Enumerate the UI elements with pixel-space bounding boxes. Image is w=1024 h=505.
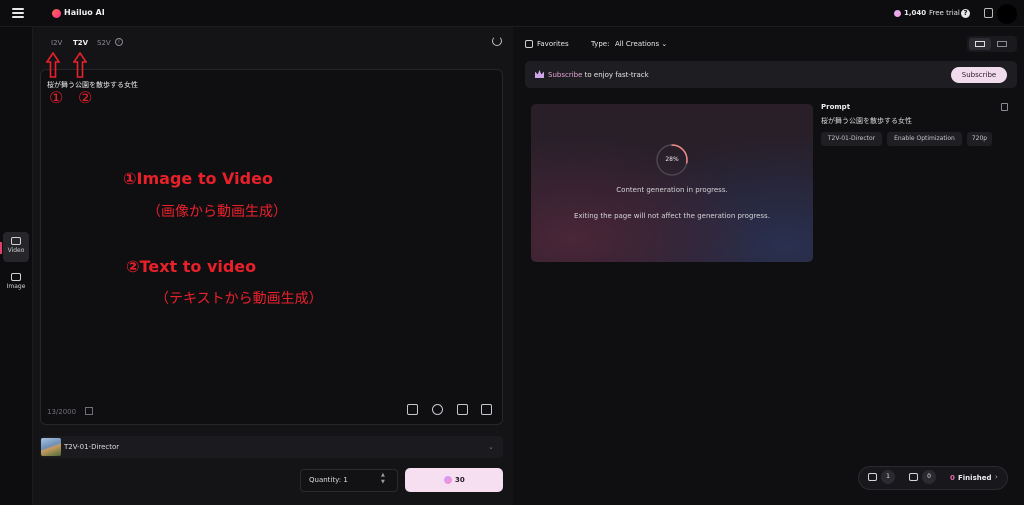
hailuo-logo-icon (52, 9, 61, 18)
annotation-arrow-2 (73, 52, 87, 78)
favorites-checkbox[interactable] (525, 40, 533, 48)
free-trial-link[interactable]: Free trial (929, 9, 960, 17)
magic-icon[interactable] (481, 404, 492, 415)
progress-percent: 28% (665, 156, 679, 163)
copy-icon[interactable] (1001, 103, 1008, 111)
image-icon (11, 273, 21, 281)
char-count: 13/2000 (47, 408, 77, 416)
reset-icon[interactable] (492, 36, 502, 46)
annotation-line-1-sub: （画像から動画生成） (147, 204, 287, 220)
gift-icon[interactable] (984, 8, 993, 18)
prompt-input[interactable] (40, 69, 503, 425)
quantity-label: Quantity: 1 (309, 476, 348, 484)
pending-tasks-icon (909, 473, 918, 481)
rail-active-indicator (0, 242, 2, 254)
quantity-up-icon[interactable]: ▲ (381, 472, 385, 479)
task-prompt-text: 桜が舞う公園を散歩する女性 (821, 117, 912, 125)
video-icon (11, 237, 21, 245)
left-rail (0, 27, 33, 505)
credits-icon (894, 10, 901, 17)
prompt-heading: Prompt (821, 103, 851, 111)
tab-i2v[interactable]: I2V (51, 39, 62, 47)
finished-label[interactable]: Finished (958, 474, 991, 482)
split-view-icon[interactable] (997, 41, 1007, 47)
model-thumbnail (41, 438, 61, 456)
finished-count: 0 (950, 474, 955, 482)
generate-cost[interactable]: 30 (455, 476, 465, 484)
annotation-marker-1: ① (49, 88, 64, 107)
annotation-arrow-1 (46, 52, 60, 78)
info-icon[interactable]: i (115, 38, 123, 46)
type-dropdown[interactable]: All Creations ⌄ (615, 40, 667, 48)
subscribe-link[interactable]: Subscribe (548, 71, 582, 79)
tab-t2v[interactable]: T2V (73, 39, 88, 47)
hamburger-menu-icon[interactable] (12, 8, 24, 18)
chevron-right-icon[interactable]: › (995, 473, 998, 481)
tab-s2v[interactable]: S2V (97, 39, 111, 47)
results-panel (513, 27, 1024, 505)
rail-item-label: Video (7, 247, 25, 254)
resolution-tag: 720p (967, 132, 992, 146)
subscribe-banner-text: Subscribe to enjoy fast-track (548, 71, 649, 79)
clapperboard-icon[interactable] (457, 404, 468, 415)
generation-note: Exiting the page will not affect the gen… (574, 212, 770, 220)
annotation-marker-2: ② (78, 88, 93, 107)
camera-control-icon[interactable] (407, 404, 418, 415)
top-bar (0, 0, 1024, 27)
generate-button[interactable] (405, 468, 503, 492)
chevron-down-icon[interactable]: ⌄ (488, 443, 494, 451)
app-logo-text[interactable]: Hailuo AI (64, 8, 105, 17)
preset-icon[interactable] (85, 407, 93, 415)
annotation-line-2-sub: （テキストから動画生成） (155, 291, 323, 307)
inspiration-icon[interactable] (432, 404, 443, 415)
annotation-line-2: ②Text to video (126, 257, 257, 276)
quantity-arrows[interactable]: ▲ ▼ (381, 472, 385, 486)
list-view-icon (975, 41, 985, 47)
generation-status: Content generation in progress. (616, 186, 728, 194)
annotation-line-1: ①Image to Video (123, 169, 273, 188)
generation-preview (531, 104, 813, 262)
rail-item-image[interactable]: Image (3, 268, 29, 298)
credits-value[interactable]: 1,040 (904, 9, 926, 17)
running-tasks-icon (868, 473, 877, 481)
rail-item-label: Image (6, 283, 26, 290)
optimization-tag: Enable Optimization (887, 132, 962, 146)
model-tag: T2V-01-Director (821, 132, 882, 146)
help-icon[interactable]: ? (961, 9, 970, 18)
pending-count: 0 (922, 470, 936, 484)
subscribe-banner-copy: to enjoy fast-track (582, 71, 649, 79)
running-count: 1 (881, 470, 895, 484)
type-label: Type: (591, 40, 610, 48)
rail-item-video[interactable]: Video (3, 232, 29, 262)
credits-icon (444, 476, 452, 484)
model-name: T2V-01-Director (64, 443, 120, 451)
quantity-down-icon[interactable]: ▼ (381, 479, 385, 486)
user-avatar[interactable] (997, 4, 1017, 24)
favorites-label[interactable]: Favorites (537, 40, 569, 48)
subscribe-button[interactable]: Subscribe (951, 67, 1007, 83)
